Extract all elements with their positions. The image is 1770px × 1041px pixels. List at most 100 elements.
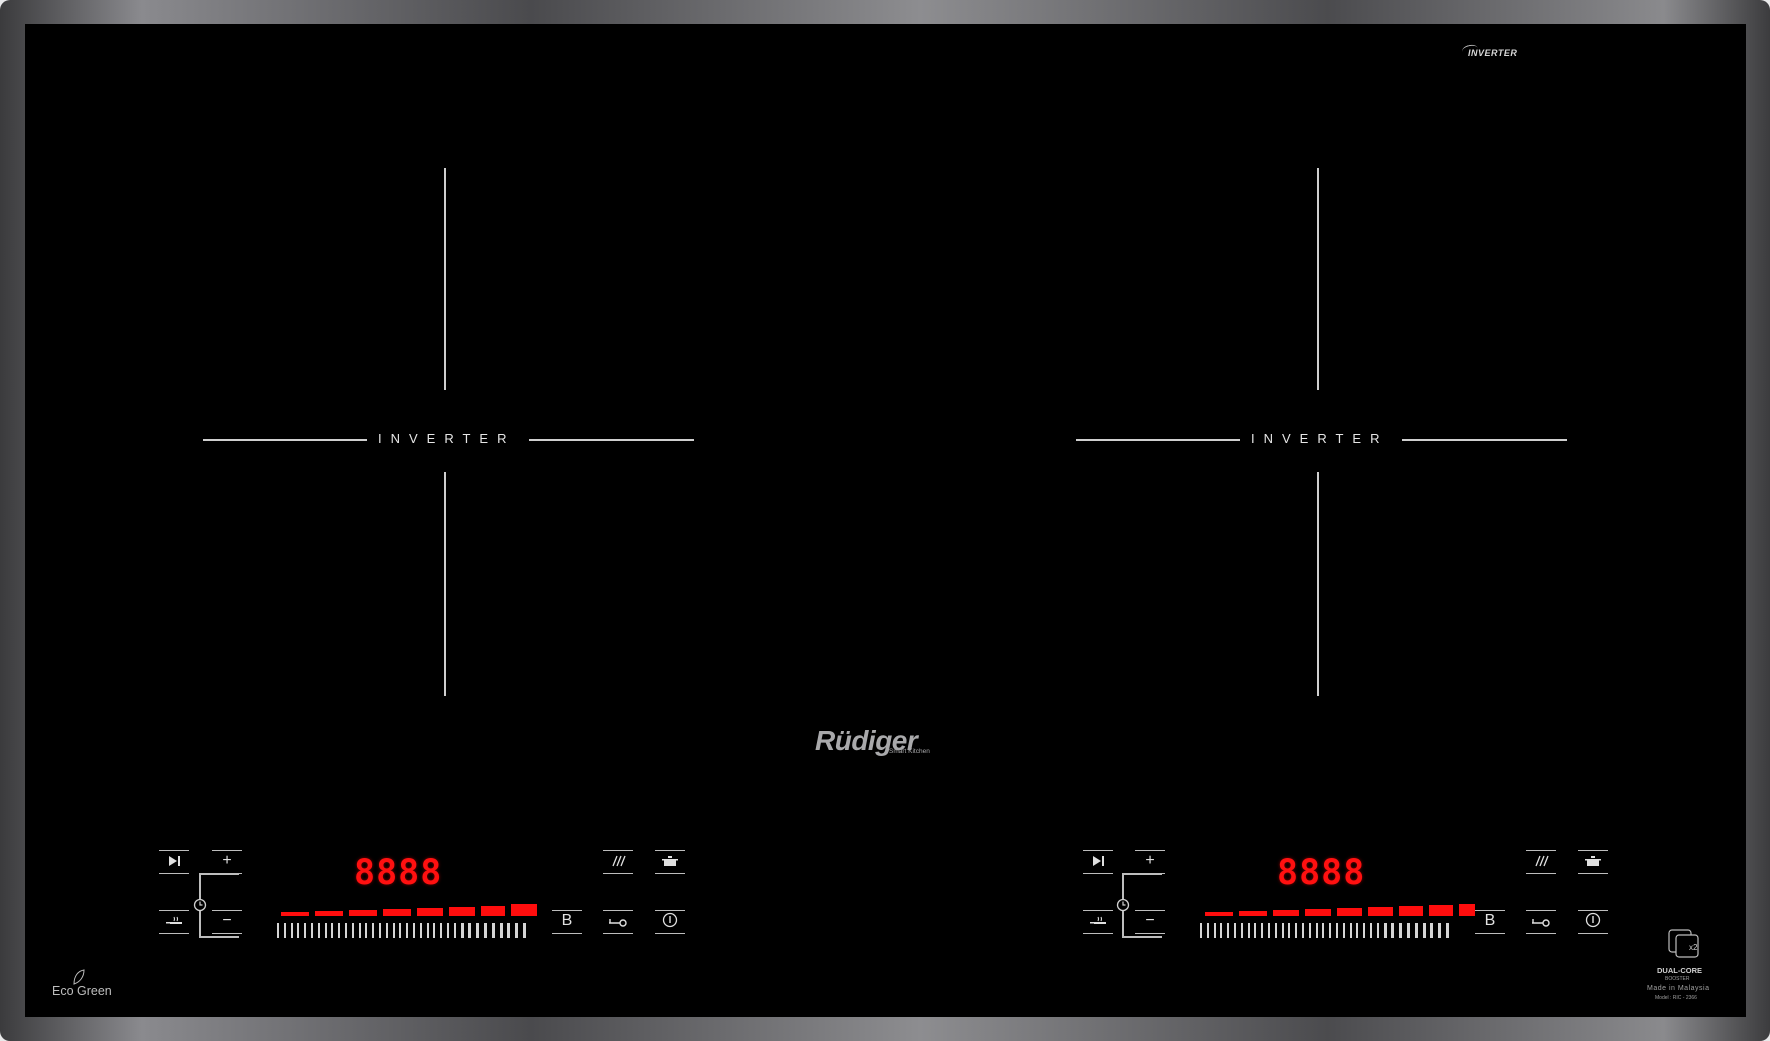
slider-tick (1200, 923, 1202, 938)
power-icon (662, 912, 678, 928)
slider-tick (1288, 923, 1291, 938)
slider-tick (1445, 923, 1449, 938)
slider-tick (1274, 923, 1277, 938)
left-power-button[interactable] (655, 910, 685, 934)
right-keep-warm-button[interactable] (1083, 910, 1113, 934)
slider-tick (1383, 923, 1387, 938)
left-keep-warm-button[interactable] (159, 910, 189, 934)
right-power-button[interactable] (1578, 910, 1608, 934)
key-lock-icon (609, 919, 627, 927)
slider-tick (1227, 923, 1230, 938)
left-pot-button[interactable] (655, 850, 685, 874)
slider-tick (1342, 923, 1345, 938)
timer-icon[interactable] (193, 898, 207, 912)
key-lock-icon (1532, 919, 1550, 927)
slider-tick (310, 923, 313, 938)
slider-tick (460, 923, 464, 938)
right-next-button[interactable] (1083, 850, 1113, 874)
left-next-button[interactable] (159, 850, 189, 874)
pot-icon (662, 856, 678, 866)
left-power-slider[interactable] (277, 923, 526, 938)
slider-tick (365, 923, 368, 938)
pan-icon (1090, 916, 1106, 924)
right-timer-bracket-bottom (1122, 936, 1162, 938)
slider-tick (1281, 923, 1284, 938)
right-minus-button[interactable]: − (1135, 910, 1165, 934)
dual-core-booster: BOOSTER (1665, 976, 1690, 982)
right-pot-button[interactable] (1578, 850, 1608, 874)
slider-tick (1430, 923, 1434, 938)
slider-tick (412, 923, 415, 938)
right-plus-button[interactable]: + (1135, 850, 1165, 874)
eco-green-label: Eco Green (52, 984, 112, 998)
slider-tick (1247, 923, 1250, 938)
slider-tick (331, 923, 334, 938)
slider-tick (1369, 923, 1372, 938)
inverter-badge: INVERTER (1468, 48, 1518, 58)
left-boost-button[interactable]: B (552, 910, 582, 934)
slider-tick (1308, 923, 1311, 938)
slider-tick (399, 923, 402, 938)
slider-tick (338, 923, 341, 938)
left-lock-button[interactable] (603, 910, 633, 934)
slider-tick (453, 923, 456, 938)
slider-tick (1261, 923, 1264, 938)
slider-tick (372, 923, 375, 938)
right-boost-button[interactable]: B (1475, 910, 1505, 934)
pan-icon (166, 916, 182, 924)
slider-tick (468, 923, 472, 938)
dual-core-x2: x2 (1689, 943, 1698, 952)
slider-tick (426, 923, 429, 938)
slider-tick (446, 923, 449, 938)
zone-left-horizontal-left (203, 439, 367, 441)
slider-tick (351, 923, 354, 938)
cooktop-frame: INVERTER INVERTER INVERTER Rüdiger Smart… (0, 0, 1770, 1041)
play-next-icon (169, 856, 180, 866)
slider-tick (277, 923, 279, 938)
right-timer-bracket-top (1122, 873, 1162, 875)
glass-surface: INVERTER INVERTER INVERTER Rüdiger Smart… (25, 24, 1746, 1017)
left-minus-button[interactable]: − (212, 910, 242, 934)
slider-tick (392, 923, 395, 938)
slider-tick (1349, 923, 1352, 938)
left-plus-button[interactable]: + (212, 850, 242, 874)
slider-tick (297, 923, 300, 938)
slider-tick (440, 923, 443, 938)
slider-tick (1315, 923, 1318, 938)
slider-tick (476, 923, 480, 938)
slider-tick (1335, 923, 1338, 938)
slider-tick (1399, 923, 1403, 938)
slider-tick (1220, 923, 1223, 938)
slider-tick (1301, 923, 1304, 938)
slider-tick (344, 923, 347, 938)
right-lock-button[interactable] (1526, 910, 1556, 934)
slider-tick (1322, 923, 1325, 938)
timer-icon[interactable] (1116, 898, 1130, 912)
zone-left-horizontal-right (529, 439, 694, 441)
left-power-bars (281, 904, 537, 916)
play-next-icon (1093, 856, 1104, 866)
slider-tick (1267, 923, 1270, 938)
slider-tick (1422, 923, 1426, 938)
zone-right-horizontal-right (1402, 439, 1567, 441)
right-heat-button[interactable] (1526, 850, 1556, 874)
slider-tick (507, 923, 511, 938)
slider-tick (483, 923, 487, 938)
right-display: 8888 (1277, 853, 1366, 893)
made-in-label: Made in Malaysia (1647, 985, 1710, 992)
slider-tick (378, 923, 381, 938)
pot-icon (1585, 856, 1601, 866)
slider-tick (1363, 923, 1366, 938)
heat-waves-icon (612, 855, 626, 867)
slider-tick (433, 923, 436, 938)
left-heat-button[interactable] (603, 850, 633, 874)
slider-tick (1240, 923, 1243, 938)
slider-tick (491, 923, 495, 938)
right-power-slider[interactable] (1200, 923, 1449, 938)
slider-tick (1406, 923, 1410, 938)
power-icon (1585, 912, 1601, 928)
slider-tick (385, 923, 388, 938)
slider-tick (283, 923, 286, 938)
slider-tick (1233, 923, 1236, 938)
slider-tick (1356, 923, 1359, 938)
